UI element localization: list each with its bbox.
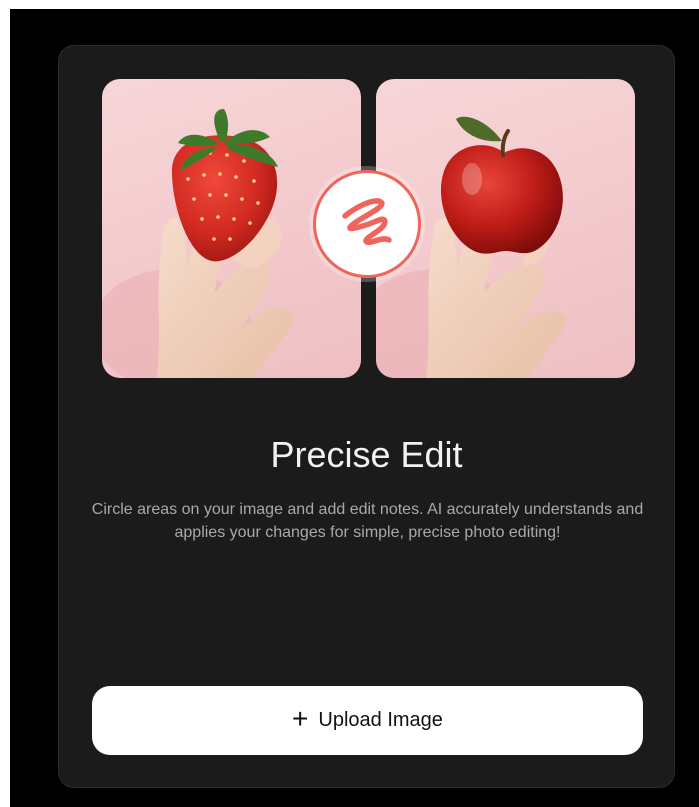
plus-icon: + — [292, 703, 309, 734]
canvas-background: Precise Edit Circle areas on your image … — [10, 9, 699, 807]
feature-card: Precise Edit Circle areas on your image … — [58, 45, 675, 788]
upload-image-label: Upload Image — [318, 709, 443, 731]
upload-image-button[interactable]: + Upload Image — [92, 686, 643, 755]
feature-title: Precise Edit — [270, 434, 463, 475]
scribble-edit-badge — [313, 170, 421, 278]
feature-description: Circle areas on your image and add edit … — [91, 501, 644, 541]
scribble-edit-icon — [342, 198, 392, 246]
